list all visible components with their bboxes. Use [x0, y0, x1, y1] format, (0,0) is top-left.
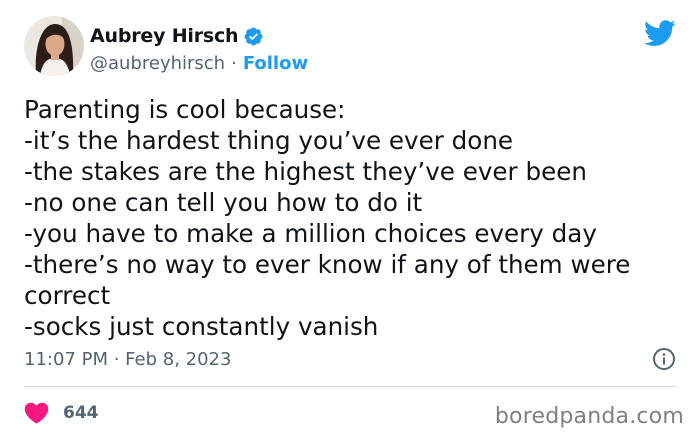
- tweet-line: -the stakes are the highest they’ve ever…: [24, 157, 587, 186]
- separator-dot: ·: [231, 53, 237, 74]
- tweet-timestamp[interactable]: 11:07 PM · Feb 8, 2023: [24, 349, 231, 370]
- tweet-line: -you have to make a million choices ever…: [24, 219, 597, 248]
- handle-row: @aubreyhirsch · Follow: [90, 53, 308, 74]
- tweet-card: Aubrey Hirsch @aubreyhirsch · Follow Par…: [0, 0, 700, 441]
- author-handle[interactable]: @aubreyhirsch: [90, 53, 225, 74]
- author-name[interactable]: Aubrey Hirsch: [90, 25, 239, 47]
- tweet-text: Parenting is cool because: -it’s the har…: [24, 94, 676, 342]
- tweet-line: correct: [24, 281, 111, 310]
- divider: [24, 386, 676, 387]
- tweet-line: -it’s the hardest thing you’ve ever done: [24, 126, 514, 155]
- heart-icon: [24, 402, 49, 424]
- tweet-line: -socks just constantly vanish: [24, 312, 379, 341]
- follow-button[interactable]: Follow: [243, 53, 308, 74]
- tweet-header: Aubrey Hirsch @aubreyhirsch · Follow: [24, 16, 676, 80]
- avatar[interactable]: [24, 16, 84, 76]
- twitter-bird-icon[interactable]: [644, 20, 676, 47]
- tweet-line: -no one can tell you how to do it: [24, 188, 423, 217]
- verified-badge-icon: [244, 27, 263, 45]
- watermark: boredpanda.com: [494, 404, 684, 429]
- tweet-line: -there’s no way to ever know if any of t…: [24, 250, 631, 279]
- like-button[interactable]: 644: [24, 402, 99, 424]
- name-row: Aubrey Hirsch: [90, 24, 308, 48]
- info-icon[interactable]: [652, 347, 676, 371]
- like-count: 644: [63, 403, 99, 423]
- tweet-line: Parenting is cool because:: [24, 95, 346, 124]
- author-block: Aubrey Hirsch @aubreyhirsch · Follow: [90, 24, 308, 74]
